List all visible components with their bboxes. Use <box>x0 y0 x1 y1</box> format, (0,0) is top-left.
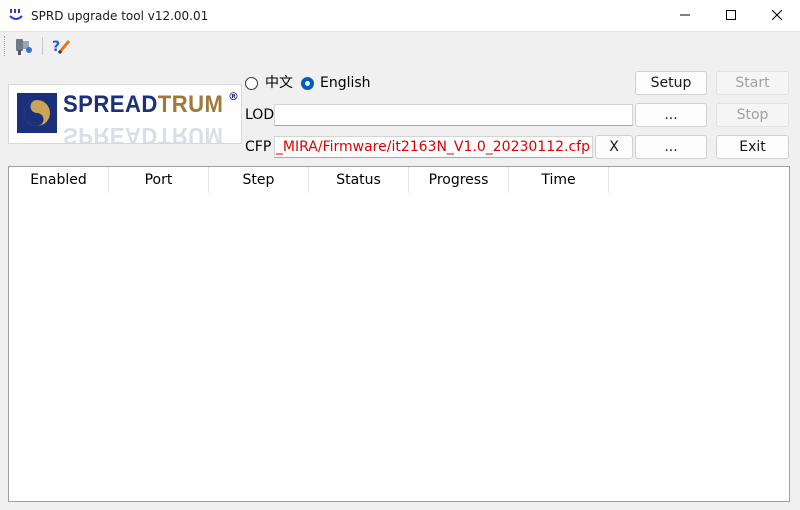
stop-button[interactable]: Stop <box>716 103 789 127</box>
column-header-status[interactable]: Status <box>309 167 409 193</box>
lod-label: LOD <box>245 107 275 123</box>
cfp-browse-button[interactable]: ... <box>635 135 707 159</box>
logo-reflection: SPREADTRUM <box>63 122 224 144</box>
logo-mark-icon <box>17 93 57 133</box>
logo-wordmark: SPREADTRUM <box>63 91 224 118</box>
spreadtrum-logo: SPREADTRUM SPREADTRUM ® <box>8 84 242 144</box>
minimize-button[interactable] <box>662 0 708 31</box>
maximize-icon <box>726 10 736 20</box>
toolbar-separator <box>42 37 43 55</box>
lod-input[interactable] <box>274 104 633 126</box>
title-bar: SPRD upgrade tool v12.00.01 <box>0 0 800 32</box>
radio-english-label[interactable]: English <box>320 75 371 92</box>
radio-english[interactable] <box>301 77 314 90</box>
start-button[interactable]: Start <box>716 71 789 95</box>
cfp-clear-button[interactable]: X <box>595 135 633 159</box>
minimize-icon <box>680 14 690 16</box>
settings-tool-icon[interactable] <box>13 35 35 57</box>
maximize-button[interactable] <box>708 0 754 31</box>
logo-registered-mark: ® <box>228 90 239 103</box>
toolbar <box>0 32 800 60</box>
toolbar-grip <box>4 36 7 56</box>
cfp-input[interactable]: 13_MIRA/Firmware/it2163N_V1.0_20230112.c… <box>274 136 593 158</box>
port-list-header: Enabled Port Step Status Progress Time <box>9 167 789 193</box>
window-title: SPRD upgrade tool v12.00.01 <box>31 9 209 23</box>
column-header-enabled[interactable]: Enabled <box>9 167 109 193</box>
column-header-progress[interactable]: Progress <box>409 167 509 193</box>
column-header-port[interactable]: Port <box>109 167 209 193</box>
cfp-label: CFP <box>245 139 272 155</box>
column-header-time[interactable]: Time <box>509 167 609 193</box>
exit-button[interactable]: Exit <box>716 135 789 159</box>
port-list[interactable]: Enabled Port Step Status Progress Time <box>8 166 790 502</box>
setup-button[interactable]: Setup <box>635 71 707 95</box>
column-header-step[interactable]: Step <box>209 167 309 193</box>
close-icon <box>772 10 782 20</box>
radio-chinese[interactable] <box>245 77 258 90</box>
help-icon[interactable]: ? <box>50 35 72 57</box>
radio-chinese-label[interactable]: 中文 <box>265 75 293 92</box>
lod-browse-button[interactable]: ... <box>635 103 707 127</box>
close-button[interactable] <box>754 0 800 31</box>
app-icon <box>9 9 23 20</box>
